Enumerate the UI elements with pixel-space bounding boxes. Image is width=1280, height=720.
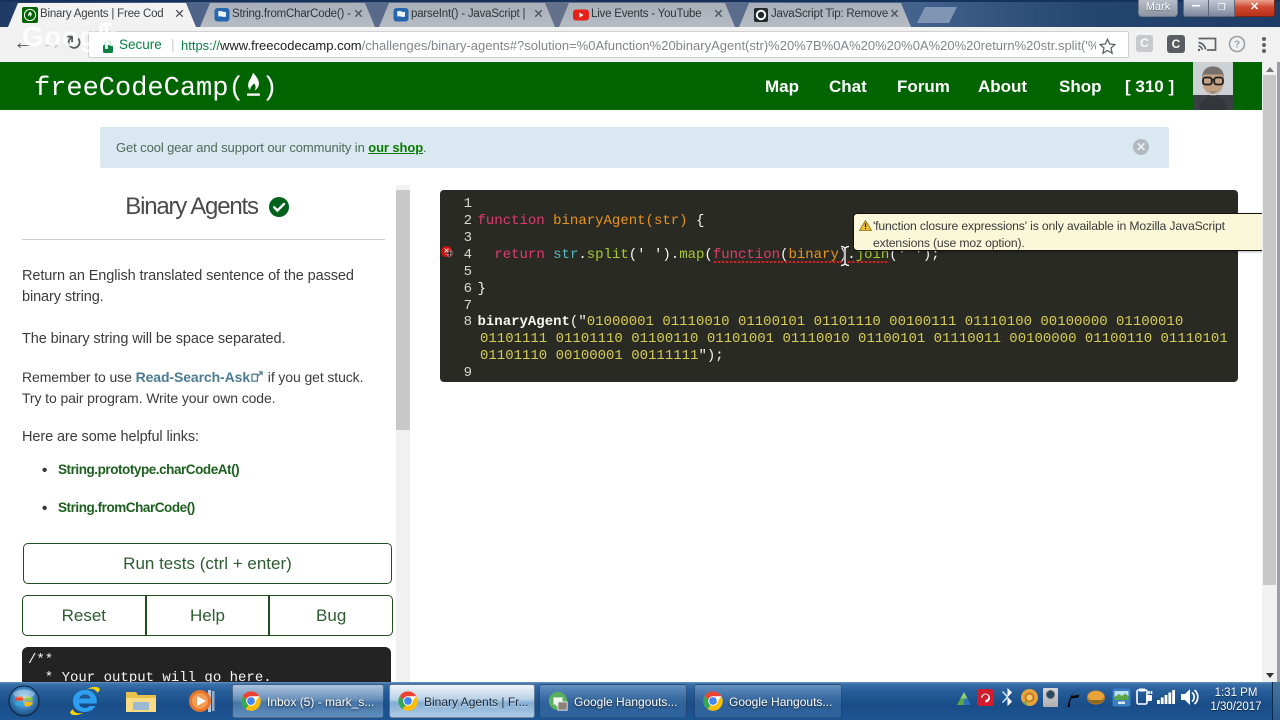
svg-text:?: ? (1234, 40, 1240, 51)
